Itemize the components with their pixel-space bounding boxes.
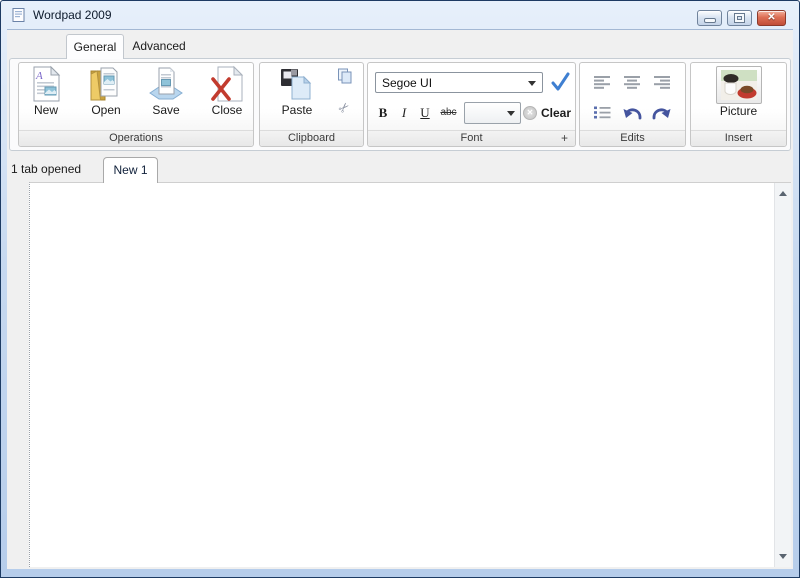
save-document-icon xyxy=(148,65,184,103)
clear-format-button[interactable]: ✕ Clear xyxy=(523,102,571,124)
font-family-value: Segoe UI xyxy=(382,76,432,90)
dropdown-arrow-icon xyxy=(507,111,515,116)
group-operations: A New xyxy=(18,62,254,147)
titlebar: Wordpad 2009 ✕ xyxy=(1,1,799,29)
apply-font-button[interactable] xyxy=(549,71,571,93)
group-label-operations: Operations xyxy=(19,130,253,146)
copy-icon xyxy=(337,68,353,84)
tab-general[interactable]: General xyxy=(66,34,124,59)
close-document-icon xyxy=(209,65,245,103)
redo-button[interactable] xyxy=(650,103,674,123)
tab-count-status: 1 tab opened xyxy=(11,162,81,176)
open-button[interactable]: Open xyxy=(81,65,131,129)
group-insert: Picture Insert xyxy=(690,62,787,147)
strikethrough-button[interactable]: abc xyxy=(436,102,461,124)
undo-icon xyxy=(621,104,643,122)
maximize-button[interactable] xyxy=(727,10,752,26)
paste-button[interactable]: Paste xyxy=(270,65,324,129)
close-button[interactable]: ✕ xyxy=(757,10,786,26)
document-tab-new1[interactable]: New 1 xyxy=(103,157,158,183)
editor-area xyxy=(29,182,791,567)
group-edits: Edits xyxy=(579,62,686,147)
group-label-edits: Edits xyxy=(580,130,685,146)
ribbon: A New xyxy=(9,58,791,151)
paste-button-label: Paste xyxy=(270,103,324,117)
italic-button[interactable]: I xyxy=(394,102,414,124)
align-left-icon xyxy=(594,76,611,89)
align-right-button[interactable] xyxy=(650,72,674,92)
save-button[interactable]: Save xyxy=(141,65,191,129)
cut-scissors-icon: ✂ xyxy=(334,98,353,117)
close-document-button[interactable]: Close xyxy=(202,65,252,129)
save-button-label: Save xyxy=(141,103,191,117)
scroll-down-icon xyxy=(779,554,787,559)
align-center-icon xyxy=(624,76,641,89)
group-clipboard: Paste ✂ Clipboard xyxy=(259,62,364,147)
open-button-label: Open xyxy=(81,103,131,117)
close-icon: ✕ xyxy=(767,11,775,25)
copy-button[interactable] xyxy=(336,68,354,86)
maximize-icon xyxy=(735,14,744,22)
app-window: Wordpad 2009 ✕ General Advanced xyxy=(0,0,800,578)
underline-button[interactable]: U xyxy=(415,102,435,124)
bullet-list-icon xyxy=(594,106,611,119)
edits-tools xyxy=(588,67,677,128)
picture-icon xyxy=(716,66,762,104)
font-dialog-launcher[interactable]: + xyxy=(561,131,568,146)
bold-button[interactable]: B xyxy=(373,102,393,124)
open-folder-icon xyxy=(88,65,124,103)
redo-icon xyxy=(651,104,673,122)
align-center-button[interactable] xyxy=(620,72,644,92)
clear-format-icon: ✕ xyxy=(523,106,537,120)
clear-format-label: Clear xyxy=(541,106,571,120)
close-button-label: Close xyxy=(202,103,252,117)
align-left-button[interactable] xyxy=(591,72,615,92)
minimize-button[interactable] xyxy=(697,10,722,26)
dropdown-arrow-icon xyxy=(528,81,536,86)
window-controls: ✕ xyxy=(697,10,786,26)
check-icon xyxy=(549,71,571,93)
vertical-scrollbar[interactable] xyxy=(774,183,791,567)
align-right-icon xyxy=(654,76,671,89)
scroll-up-button[interactable] xyxy=(775,186,791,201)
picture-button-label: Picture xyxy=(710,104,768,118)
tab-advanced[interactable]: Advanced xyxy=(128,34,190,59)
editor-content[interactable] xyxy=(30,183,774,567)
font-size-select[interactable] xyxy=(464,102,521,124)
minimize-icon xyxy=(705,19,715,22)
undo-button[interactable] xyxy=(620,103,644,123)
font-family-select[interactable]: Segoe UI xyxy=(375,72,543,93)
insert-picture-button[interactable]: Picture xyxy=(710,66,768,130)
new-document-icon: A xyxy=(28,65,64,103)
group-label-clipboard: Clipboard xyxy=(260,130,363,146)
scroll-down-button[interactable] xyxy=(775,549,791,564)
group-label-font: Font xyxy=(368,130,575,146)
cut-button[interactable]: ✂ xyxy=(335,99,353,117)
new-button[interactable]: A New xyxy=(21,65,71,129)
paste-icon xyxy=(279,65,315,103)
window-title: Wordpad 2009 xyxy=(33,8,112,22)
group-font: Segoe UI B I U abc ✕ Clear xyxy=(367,62,576,147)
app-icon[interactable] xyxy=(11,7,26,23)
scroll-up-icon xyxy=(779,191,787,196)
client-area: General Advanced A xyxy=(7,29,793,569)
group-label-insert: Insert xyxy=(691,130,786,146)
bullet-list-button[interactable] xyxy=(591,103,615,123)
svg-text:A: A xyxy=(35,70,43,82)
new-button-label: New xyxy=(21,103,71,117)
